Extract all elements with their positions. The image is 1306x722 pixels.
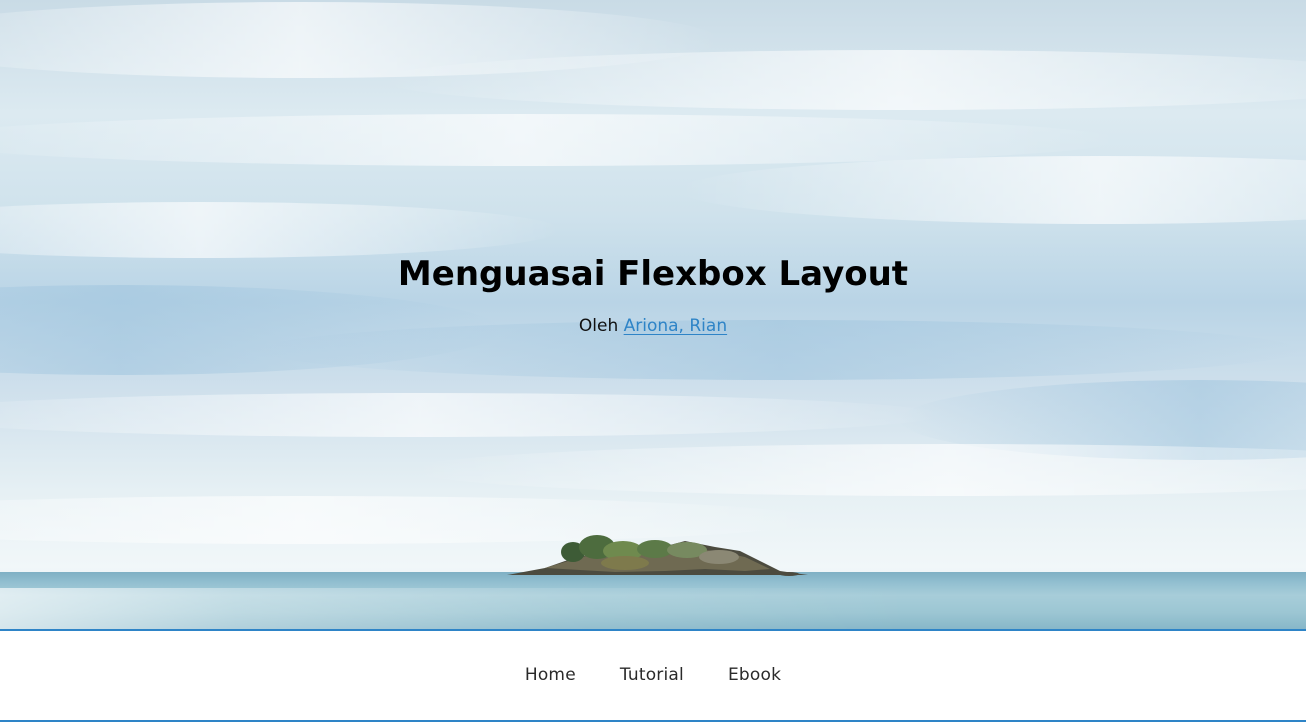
- byline: Oleh Ariona, Rian: [0, 316, 1306, 336]
- author-link[interactable]: Ariona, Rian: [624, 316, 727, 336]
- nav-item-tutorial[interactable]: Tutorial: [620, 665, 684, 685]
- island-image: [507, 535, 808, 576]
- sea-haze: [0, 588, 1306, 630]
- byline-prefix: Oleh: [578, 316, 619, 336]
- page-title: Menguasai Flexbox Layout: [397, 254, 909, 294]
- hero-content: Menguasai Flexbox Layout Oleh Ariona, Ri…: [0, 254, 1306, 336]
- main-nav: Home Tutorial Ebook: [0, 631, 1306, 719]
- hero-banner: Menguasai Flexbox Layout Oleh Ariona, Ri…: [0, 0, 1306, 630]
- nav-item-home[interactable]: Home: [525, 665, 576, 685]
- nav-item-ebook[interactable]: Ebook: [728, 665, 781, 685]
